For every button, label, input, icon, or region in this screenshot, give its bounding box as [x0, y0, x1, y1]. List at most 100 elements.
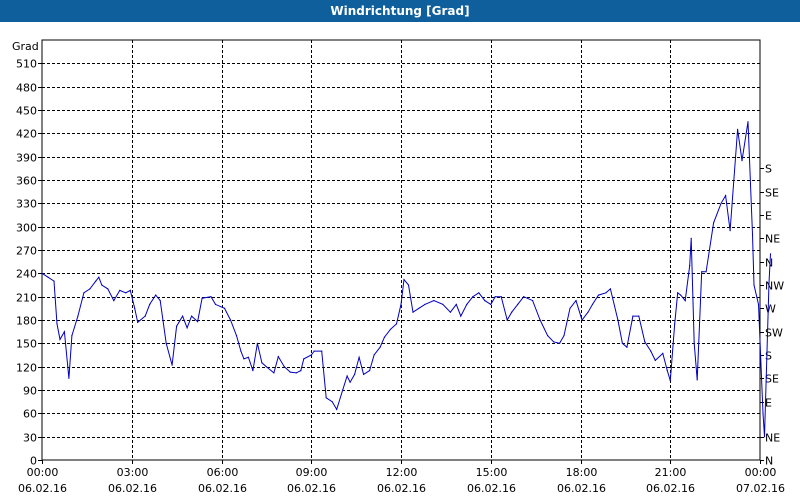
- y-tick-label: 90: [23, 385, 37, 398]
- data-point: [500, 296, 502, 298]
- data-point: [506, 319, 508, 321]
- data-point: [235, 335, 238, 337]
- data-point: [517, 303, 519, 305]
- data-point: [689, 265, 691, 267]
- y-tick-label: 30: [23, 432, 37, 445]
- data-point: [666, 370, 668, 372]
- data-point: [569, 307, 571, 309]
- data-point: [107, 288, 109, 290]
- data-point: [303, 358, 305, 360]
- data-point: [63, 331, 65, 333]
- right-axis-label: S: [765, 350, 772, 363]
- data-point: [283, 366, 285, 368]
- y-tick-label: 60: [23, 408, 37, 421]
- data-point: [321, 350, 323, 352]
- data-point: [609, 288, 612, 290]
- data-point: [460, 315, 462, 317]
- x-tick-date: 06.02.16: [646, 482, 695, 495]
- x-tick-time: 00:00: [745, 466, 777, 479]
- data-point: [753, 284, 755, 286]
- data-point: [379, 346, 381, 348]
- data-point: [389, 328, 392, 330]
- x-tick-time: 00:00: [27, 466, 59, 479]
- data-point: [119, 289, 121, 291]
- data-point: [155, 294, 157, 296]
- data-point: [56, 323, 58, 325]
- data-point: [762, 412, 764, 414]
- data-point: [407, 284, 410, 286]
- data-point: [129, 289, 131, 291]
- data-point: [346, 375, 348, 377]
- data-point: [247, 356, 249, 358]
- data-point: [358, 356, 360, 358]
- right-axis-label: NE: [765, 432, 780, 445]
- data-point: [559, 342, 561, 344]
- data-point: [575, 300, 577, 302]
- data-point: [669, 380, 671, 382]
- data-point: [68, 377, 70, 379]
- data-point: [265, 366, 267, 368]
- data-point: [98, 276, 100, 278]
- data-point: [83, 292, 85, 294]
- y-tick-label: 480: [16, 82, 37, 95]
- y-tick-label: 330: [16, 198, 37, 211]
- data-point: [494, 296, 496, 298]
- data-point: [763, 436, 766, 438]
- data-point: [229, 319, 232, 321]
- y-tick-label: 240: [16, 268, 37, 281]
- data-point: [95, 280, 97, 282]
- data-point: [325, 397, 327, 399]
- data-point: [403, 279, 405, 281]
- x-tick-date: 07.02.16: [736, 482, 785, 495]
- data-point: [650, 350, 652, 352]
- data-point: [223, 307, 226, 309]
- data-point: [412, 311, 414, 313]
- data-point: [654, 359, 656, 361]
- y-tick-label: 120: [16, 362, 37, 375]
- data-point: [701, 271, 703, 273]
- right-axis-label: N: [765, 455, 773, 468]
- data-point: [621, 342, 624, 344]
- data-point: [644, 341, 646, 343]
- x-tick-time: 12:00: [386, 466, 418, 479]
- data-point: [597, 294, 600, 296]
- data-point: [300, 370, 302, 372]
- data-point: [89, 288, 91, 290]
- data-point: [680, 294, 682, 296]
- right-axis-label: S: [765, 163, 772, 176]
- x-tick-time: 15:00: [476, 466, 508, 479]
- y-tick-label: 450: [16, 105, 37, 118]
- data-point: [197, 321, 199, 323]
- data-point: [442, 303, 444, 305]
- data-point: [751, 233, 754, 235]
- data-point: [273, 372, 275, 374]
- data-point: [684, 300, 686, 302]
- data-point: [134, 307, 136, 309]
- data-point: [310, 354, 312, 356]
- y-tick-label: 420: [16, 128, 37, 141]
- data-point: [336, 408, 338, 410]
- data-point: [693, 342, 695, 344]
- data-point: [113, 300, 115, 302]
- data-point: [484, 300, 486, 302]
- data-point: [472, 296, 474, 298]
- data-point: [690, 237, 692, 239]
- right-axis-label: SE: [765, 373, 779, 386]
- data-point: [638, 315, 640, 317]
- data-point: [71, 335, 73, 337]
- y-tick-label: 510: [16, 58, 37, 71]
- chart-title: Windrichtung [Grad]: [0, 0, 800, 22]
- y-tick-label: 300: [16, 222, 37, 235]
- x-tick-date: 06.02.16: [198, 482, 247, 495]
- right-axis-label: NE: [765, 233, 780, 246]
- data-point: [349, 381, 351, 383]
- x-tick-date: 06.02.16: [18, 482, 67, 495]
- y-tick-label: 150: [16, 338, 37, 351]
- data-point: [433, 300, 435, 302]
- data-point: [243, 358, 245, 360]
- data-point: [77, 315, 79, 317]
- data-point: [757, 303, 760, 305]
- data-point: [149, 303, 151, 305]
- data-point: [252, 370, 254, 372]
- data-point: [674, 323, 676, 325]
